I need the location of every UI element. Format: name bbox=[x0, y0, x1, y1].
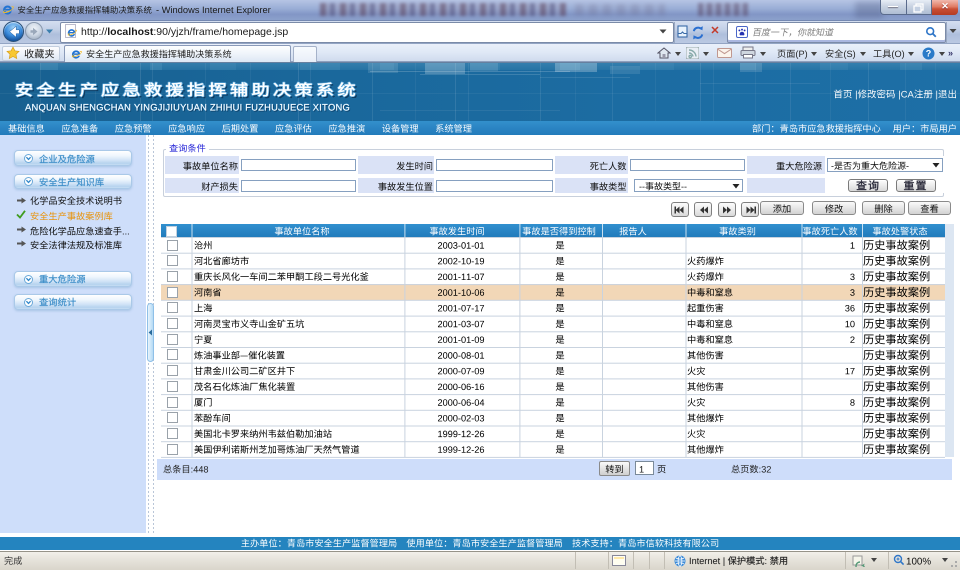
svg-text:?: ? bbox=[926, 49, 932, 59]
